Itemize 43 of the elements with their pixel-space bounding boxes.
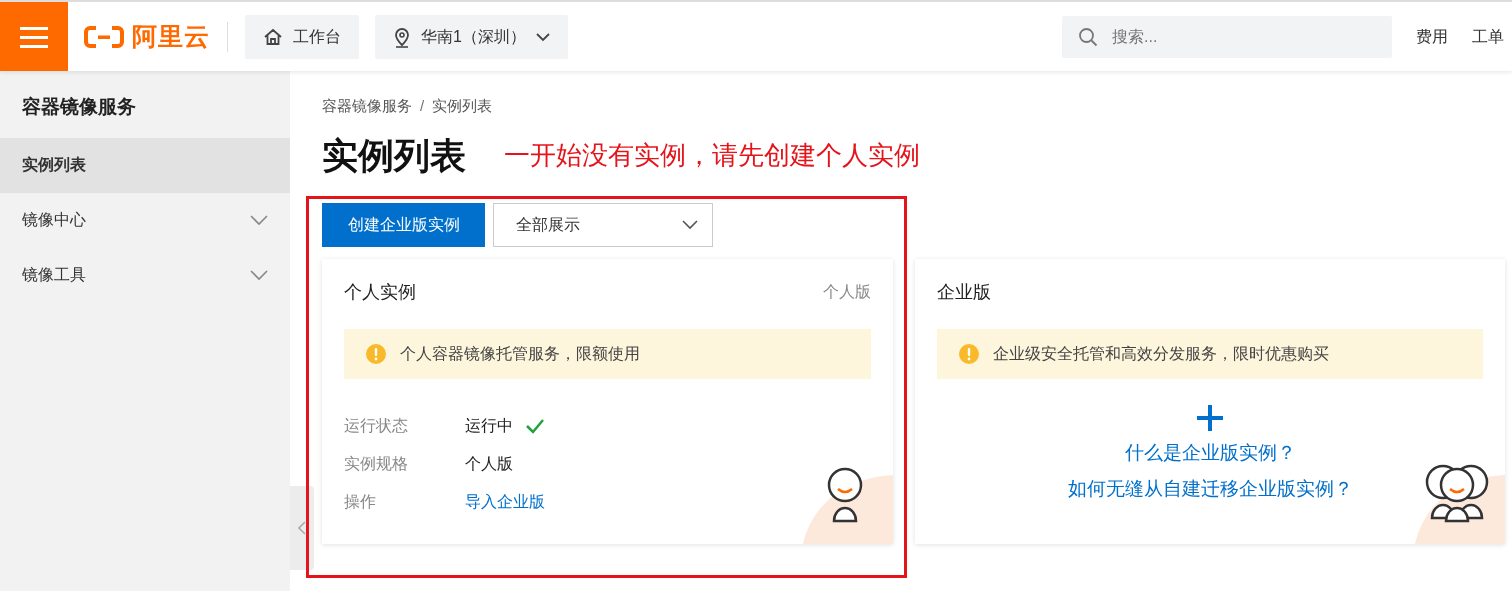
location-pin-icon xyxy=(393,25,411,48)
annotation-text: 一开始没有实例，请先创建个人实例 xyxy=(504,138,920,172)
field-label: 操作 xyxy=(344,492,377,513)
sidebar-item[interactable]: 镜像中心 xyxy=(0,192,290,248)
chevron-down-icon xyxy=(682,219,698,230)
header-link[interactable]: 工单 xyxy=(1472,24,1504,49)
warning-icon xyxy=(366,343,386,364)
logo-icon xyxy=(84,24,124,49)
menu-icon xyxy=(20,25,48,48)
chevron-down-icon xyxy=(250,269,268,281)
import-link[interactable]: 导入企业版 xyxy=(465,490,545,515)
card-title: 企业版 xyxy=(937,280,991,304)
region-dropdown[interactable]: 华南1（深圳） xyxy=(375,14,568,59)
workbench-button[interactable]: 工作台 xyxy=(245,14,359,59)
edition-label: 个人版 xyxy=(823,282,871,303)
sidebar-item[interactable]: 实例列表 xyxy=(0,137,290,193)
card-title: 个人实例 xyxy=(344,280,416,304)
status-value: 运行中 xyxy=(465,416,513,437)
field-value: 个人版 xyxy=(465,454,513,475)
breadcrumb-item[interactable]: 容器镜像服务 xyxy=(322,95,412,118)
search-field[interactable]: 搜索... xyxy=(1062,15,1392,58)
header-link[interactable]: 费用 xyxy=(1416,24,1448,49)
page-title: 实例列表 xyxy=(322,133,466,177)
warning-icon xyxy=(959,343,979,364)
menu-button[interactable] xyxy=(0,2,68,71)
field-label: 实例规格 xyxy=(344,454,409,475)
field-label: 运行状态 xyxy=(344,416,409,437)
home-icon xyxy=(263,26,283,47)
create-instance-button[interactable]: 创建企业版实例 xyxy=(322,202,485,247)
help-link[interactable]: 如何无缝从自建迁移企业版实例？ xyxy=(1067,475,1353,504)
filter-dropdown[interactable]: 全部展示 xyxy=(493,202,713,247)
sidebar-title: 容器镜像服务 xyxy=(21,95,137,119)
breadcrumb-separator: / xyxy=(420,96,425,116)
chevron-down-icon xyxy=(250,214,268,226)
chevron-left-icon xyxy=(298,521,306,535)
notice-text: 企业级安全托管和高效分发服务，限时优惠购买 xyxy=(993,343,1329,364)
plus-icon xyxy=(1197,404,1223,431)
brand-name: 阿里云 xyxy=(132,20,210,52)
sidebar-item[interactable]: 镜像工具 xyxy=(0,247,290,303)
notice-text: 个人容器镜像托管服务，限额使用 xyxy=(400,343,640,364)
breadcrumb-item: 实例列表 xyxy=(432,96,493,116)
chevron-down-icon xyxy=(535,31,550,42)
help-link[interactable]: 什么是企业版实例？ xyxy=(1124,438,1296,468)
